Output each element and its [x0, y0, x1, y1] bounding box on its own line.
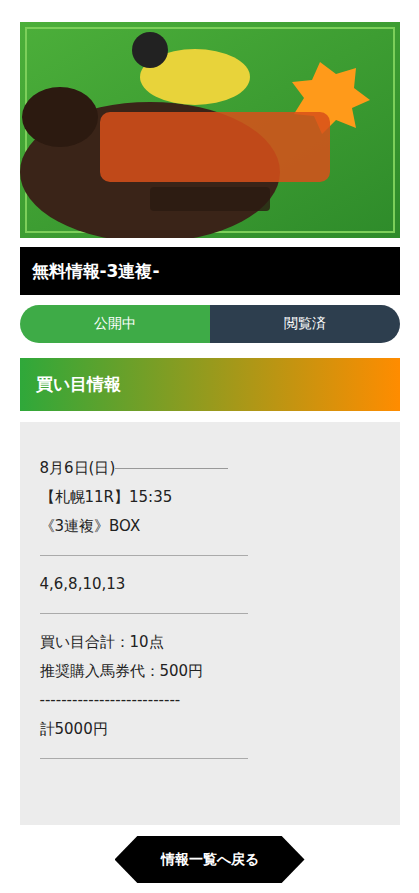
- horses-text: 4,6,8,10,13: [40, 570, 380, 599]
- banner-image: [20, 22, 400, 238]
- bet-info-box: 8月6日(日) 【札幌11R】15:35 《3連複》BOX 4,6,8,10,1…: [20, 422, 400, 825]
- page-title: 無料情報-3連複-: [20, 247, 400, 295]
- status-pills: 公開中閲覧済: [20, 305, 400, 343]
- horse-jockey-icon: [20, 22, 400, 238]
- divider: [40, 613, 248, 614]
- date-row: 8月6日(日): [40, 454, 228, 483]
- date-text: 8月6日(日): [40, 454, 116, 483]
- total-points-text: 買い目合計：10点: [40, 628, 380, 657]
- date-line: [115, 468, 227, 469]
- back-button[interactable]: 情報一覧へ戻る: [115, 836, 305, 883]
- divider: [40, 758, 248, 759]
- status-pill: 公開中: [20, 305, 210, 343]
- separator-text: --------------------------: [40, 686, 380, 715]
- divider: [40, 555, 248, 556]
- recommended-text: 推奨購入馬券代：500円: [40, 657, 380, 686]
- section-header: 買い目情報: [20, 358, 400, 411]
- race-text: 【札幌11R】15:35: [40, 483, 380, 512]
- page: 無料情報-3連複- 公開中閲覧済 買い目情報 8月6日(日) 【札幌11R】15…: [20, 0, 400, 893]
- total-text: 計5000円: [40, 715, 380, 744]
- status-pill: 閲覧済: [210, 305, 400, 343]
- bet-type-text: 《3連複》BOX: [40, 512, 380, 541]
